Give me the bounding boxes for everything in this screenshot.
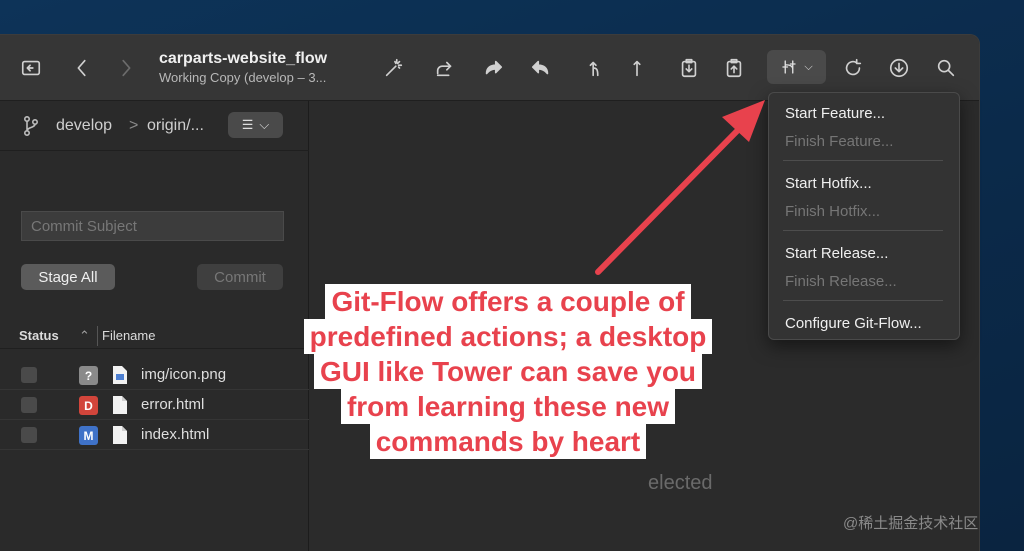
view-options-button[interactable]: ☰ ⌵ <box>228 112 283 138</box>
git-flow-icon <box>780 58 798 76</box>
menu-divider <box>783 160 943 161</box>
annotation-line: commands by heart <box>369 424 647 459</box>
file-name: error.html <box>141 396 205 413</box>
document-icon <box>112 395 128 415</box>
push-icon[interactable] <box>526 53 556 83</box>
annotation-callout: Git-Flow offers a couple of predefined a… <box>278 284 738 459</box>
pull-icon[interactable] <box>478 53 508 83</box>
git-flow-button[interactable]: ⌵ <box>767 50 826 84</box>
merge-icon[interactable] <box>622 53 652 83</box>
empty-state-text: elected <box>648 472 713 494</box>
file-list-header: Status ⌃ Filename <box>0 323 309 349</box>
sort-ascending-icon[interactable]: ⌃ <box>79 328 90 344</box>
menu-divider <box>783 300 943 301</box>
menu-divider <box>783 230 943 231</box>
chevron-down-icon: ⌵ <box>259 117 270 132</box>
column-status[interactable]: Status <box>19 328 59 343</box>
annotation-line: Git-Flow offers a couple of <box>325 284 691 319</box>
table-row[interactable]: ? img/icon.png <box>0 360 309 390</box>
fetch-icon[interactable] <box>430 53 460 83</box>
column-filename[interactable]: Filename <box>102 328 155 343</box>
forward-icon[interactable] <box>111 53 141 83</box>
stage-checkbox[interactable] <box>21 427 37 443</box>
status-badge: D <box>79 396 98 415</box>
stage-checkbox[interactable] <box>21 397 37 413</box>
back-icon[interactable] <box>67 53 97 83</box>
annotation-line: GUI like Tower can save you <box>313 354 703 389</box>
menu-item-finish-hotfix[interactable]: Finish Hotfix... <box>785 203 880 220</box>
branch-bar: develop > origin/... ☰ ⌵ <box>0 101 309 151</box>
chevron-down-icon: ⌵ <box>804 60 813 73</box>
annotation-line: from learning these new <box>340 389 676 424</box>
watermark: @稀土掘金技术社区 <box>843 515 979 532</box>
menu-item-start-release[interactable]: Start Release... <box>785 245 888 262</box>
breadcrumb-separator: > <box>129 117 139 134</box>
menu-item-start-feature[interactable]: Start Feature... <box>785 105 885 122</box>
branch-icon[interactable] <box>580 53 610 83</box>
column-divider[interactable] <box>97 326 98 346</box>
status-badge: ? <box>79 366 98 385</box>
commit-button[interactable]: Commit <box>197 264 283 290</box>
search-icon[interactable] <box>931 53 961 83</box>
list-icon: ☰ <box>241 117 254 132</box>
download-icon[interactable] <box>884 53 914 83</box>
status-badge: M <box>79 426 98 445</box>
repo-title[interactable]: carparts-website_flow <box>159 50 327 68</box>
stage-all-button[interactable]: Stage All <box>21 264 115 290</box>
commit-subject-input[interactable] <box>21 211 284 241</box>
menu-item-configure-git-flow[interactable]: Configure Git-Flow... <box>785 315 922 332</box>
git-flow-menu: Start Feature... Finish Feature... Start… <box>768 92 960 340</box>
branch-icon <box>22 115 40 137</box>
remote-branch[interactable]: origin/... <box>147 117 204 135</box>
document-icon <box>112 425 128 445</box>
refresh-icon[interactable] <box>838 53 868 83</box>
file-name: img/icon.png <box>141 366 227 383</box>
image-file-icon <box>112 365 128 385</box>
table-row[interactable]: M index.html <box>0 420 309 450</box>
current-branch[interactable]: develop <box>56 117 112 135</box>
menu-item-finish-release[interactable]: Finish Release... <box>785 273 897 290</box>
open-folder-icon[interactable] <box>16 53 46 83</box>
repo-subtitle[interactable]: Working Copy (develop – 3... <box>159 70 326 85</box>
sidebar: develop > origin/... ☰ ⌵ Stage All Commi… <box>0 101 309 551</box>
stage-checkbox[interactable] <box>21 367 37 383</box>
table-row[interactable]: D error.html <box>0 390 309 420</box>
menu-item-finish-feature[interactable]: Finish Feature... <box>785 133 893 150</box>
annotation-line: predefined actions; a desktop <box>303 319 713 354</box>
magic-wand-icon[interactable] <box>379 53 409 83</box>
menu-item-start-hotfix[interactable]: Start Hotfix... <box>785 175 872 192</box>
stash-icon[interactable] <box>674 53 704 83</box>
pop-stash-icon[interactable] <box>719 53 749 83</box>
file-name: index.html <box>141 426 210 443</box>
